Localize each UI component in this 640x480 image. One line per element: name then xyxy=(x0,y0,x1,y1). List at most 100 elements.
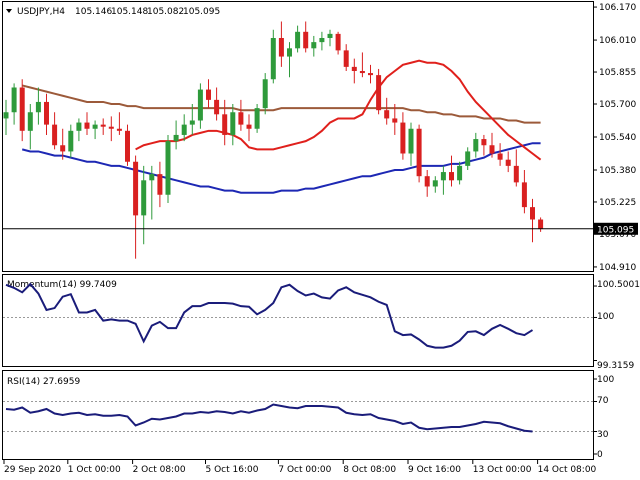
candle-body xyxy=(497,153,503,160)
rsi-tick-30: 30 xyxy=(597,430,609,440)
candle-body xyxy=(538,219,544,229)
price-tick-label: 105.225 xyxy=(599,198,636,208)
candle xyxy=(319,31,325,51)
candle-body xyxy=(465,151,471,166)
candle xyxy=(246,114,252,142)
candle-body xyxy=(489,145,495,154)
candle-body xyxy=(149,174,155,181)
candle-body xyxy=(311,42,317,49)
price-tick-label: 105.855 xyxy=(599,68,636,78)
candle-body xyxy=(270,38,276,80)
candle-body xyxy=(513,165,519,183)
candle-body xyxy=(92,124,98,129)
candle xyxy=(197,83,203,129)
candle-body xyxy=(222,114,228,135)
candle xyxy=(359,52,365,78)
candle-body xyxy=(116,128,122,131)
candle xyxy=(432,176,438,193)
candle xyxy=(230,104,236,146)
candle xyxy=(214,87,220,121)
candle-body xyxy=(432,180,438,187)
candle xyxy=(287,42,292,78)
open-value: 105.146 xyxy=(75,7,112,17)
momentum-line xyxy=(5,282,534,349)
close-value: 105.095 xyxy=(183,7,220,17)
candle-body xyxy=(141,180,147,216)
symbol-label: USDJPY,H4 xyxy=(17,7,65,17)
candle-body xyxy=(335,33,341,51)
candle-body xyxy=(27,112,33,131)
momentum-label: Momentum(14) 99.7409 xyxy=(7,280,117,290)
candle-body xyxy=(197,89,203,121)
time-tick-label: 5 Oct 16:00 xyxy=(206,465,259,475)
candle-body xyxy=(416,128,422,177)
candle xyxy=(238,99,244,131)
candle xyxy=(303,21,309,53)
time-tick-label: 7 Oct 00:00 xyxy=(278,465,331,475)
candle-body xyxy=(76,122,82,131)
candle-body xyxy=(125,130,130,162)
high-value: 105.148 xyxy=(111,7,148,17)
candle xyxy=(343,44,349,71)
candle xyxy=(416,124,422,183)
momentum-tick-max: 100.5001 xyxy=(597,280,640,290)
candle-body xyxy=(287,48,292,57)
candle xyxy=(11,83,17,125)
momentum-series xyxy=(3,282,597,361)
candle-body xyxy=(11,87,17,113)
candle-body xyxy=(173,134,179,142)
candle xyxy=(376,68,382,115)
candle xyxy=(157,161,163,208)
candle-body xyxy=(68,130,74,152)
time-tick-label: 29 Sep 2020 xyxy=(4,465,61,475)
candle-body xyxy=(19,87,25,131)
candle-body xyxy=(35,101,41,113)
candle xyxy=(327,29,333,47)
candle-body xyxy=(449,172,454,181)
candle-body xyxy=(238,112,244,125)
candle xyxy=(440,165,446,195)
candle xyxy=(133,155,139,259)
price-tick-label: 105.540 xyxy=(599,133,636,143)
momentum-tick-mid: 100 xyxy=(597,312,614,322)
candle xyxy=(497,143,503,166)
sma-fast-line xyxy=(135,59,542,161)
candle xyxy=(335,31,341,55)
candle-body xyxy=(52,124,58,146)
candle xyxy=(125,124,130,166)
candle-body xyxy=(44,101,49,125)
chart-canvas: USDJPY,H4 105.146 105.148 105.082 105.09… xyxy=(2,1,640,475)
candle xyxy=(3,99,9,135)
candle xyxy=(76,118,82,142)
candle-body xyxy=(424,176,430,187)
candle-body xyxy=(246,124,252,129)
price-tick-label: 105.700 xyxy=(599,100,636,110)
sma-mid-line xyxy=(21,84,541,124)
rsi-tick-70: 70 xyxy=(597,396,609,406)
candle-body xyxy=(84,122,90,129)
rsi-label: RSI(14) 27.6959 xyxy=(7,377,80,387)
candle-body xyxy=(181,124,187,135)
time-tick-label: 8 Oct 08:00 xyxy=(343,465,396,475)
candle xyxy=(108,116,114,142)
price-tick-label: 106.010 xyxy=(599,36,636,46)
candle-body xyxy=(530,207,535,220)
candle-body xyxy=(230,112,236,135)
candles xyxy=(3,21,544,259)
candle xyxy=(400,112,406,160)
time-tick-label: 9 Oct 16:00 xyxy=(408,465,461,475)
candle xyxy=(84,112,90,135)
candle xyxy=(481,134,487,156)
candle xyxy=(278,21,284,67)
candle xyxy=(384,97,390,125)
candle-body xyxy=(368,73,373,76)
candle xyxy=(465,147,471,170)
candle xyxy=(270,29,276,84)
price-tick-label: 105.380 xyxy=(599,166,636,176)
candle-body xyxy=(473,139,479,152)
candle xyxy=(424,170,430,197)
dropdown-triangle-icon[interactable] xyxy=(6,9,12,13)
candle-body xyxy=(165,141,171,195)
candle xyxy=(521,170,527,214)
candle xyxy=(254,104,260,133)
